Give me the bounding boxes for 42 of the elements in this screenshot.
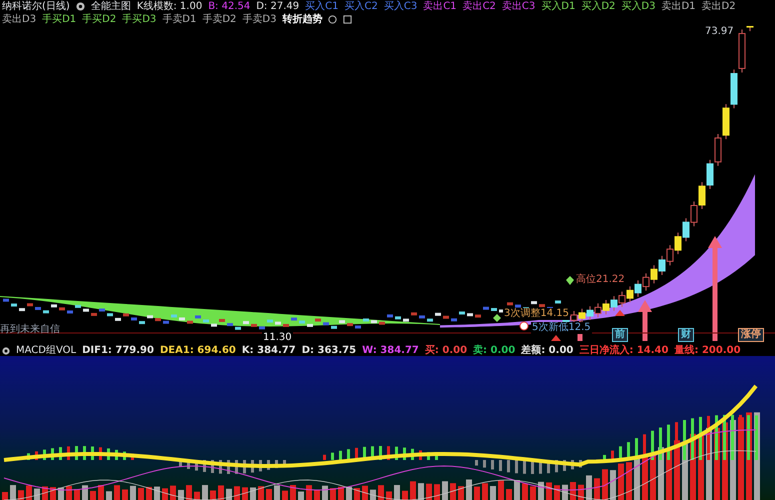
indicator-reading: 卖: 0.00 (473, 345, 516, 356)
legend-item: 卖出D2 (702, 0, 736, 12)
indicator-reading: 三日净流入: 14.40 (579, 345, 668, 356)
indicator-reading: D: 363.75 (302, 345, 356, 356)
legend-item: 手买D1 (42, 14, 76, 26)
indicator-name: 全能主图 (90, 0, 131, 12)
legend-item: 买入D3 (621, 0, 656, 12)
legend-item: 卖出D1 (661, 0, 696, 12)
chart-annotation: 5次新低12.5 (531, 322, 592, 334)
indicator-reading: K线模数: 1.00 (136, 0, 202, 12)
event-marker: 前 (612, 328, 628, 342)
legend-item: 买入D2 (581, 0, 616, 12)
legend-item: 手买D3 (122, 14, 156, 26)
indicator-reading: D: 27.49 (256, 0, 300, 12)
chart-annotation: 3次调整14.15 (503, 308, 570, 320)
indicator-reading: DIF1: 779.90 (82, 345, 154, 356)
indicator-name: MACD组VOL (16, 345, 76, 356)
legend-item: 手卖D1 (162, 14, 196, 26)
legend-item: 买入D1 (541, 0, 576, 12)
legend-item: 卖出D3 (2, 14, 36, 26)
legend-item: 卖出C1 (423, 0, 457, 12)
legend-item: 卖出C2 (462, 0, 496, 12)
chart-note: 再到未来自信 (0, 324, 60, 336)
indicator-reading: 量线: 200.00 (674, 345, 741, 356)
trend-label: 转折趋势 (282, 14, 322, 26)
legend-item: 买入C2 (344, 0, 378, 12)
legend-item: 买入C3 (384, 0, 418, 12)
indicator-reading: K: 384.77 (242, 345, 296, 356)
legend-item: 买入C1 (305, 0, 338, 12)
legend-item: 手卖D2 (202, 14, 236, 26)
indicator-reading: DEA1: 694.60 (160, 345, 236, 356)
chart-annotation: 高位21.22 (575, 274, 626, 286)
legend-item: 手买D2 (82, 14, 116, 26)
indicator-reading: 买: 0.00 (424, 345, 468, 356)
indicator-reading: 差额: 0.00 (521, 345, 574, 356)
stock-name: 纳科诺尔(日线) (2, 0, 70, 12)
indicator-reading: B: 42.54 (208, 0, 250, 12)
legend-item: 卖出C3 (502, 0, 536, 12)
event-marker: 涨停 (738, 328, 764, 342)
indicator-reading: W: 384.77 (362, 345, 419, 356)
event-marker: 财 (678, 328, 694, 342)
legend-item: 手卖D3 (242, 14, 276, 26)
